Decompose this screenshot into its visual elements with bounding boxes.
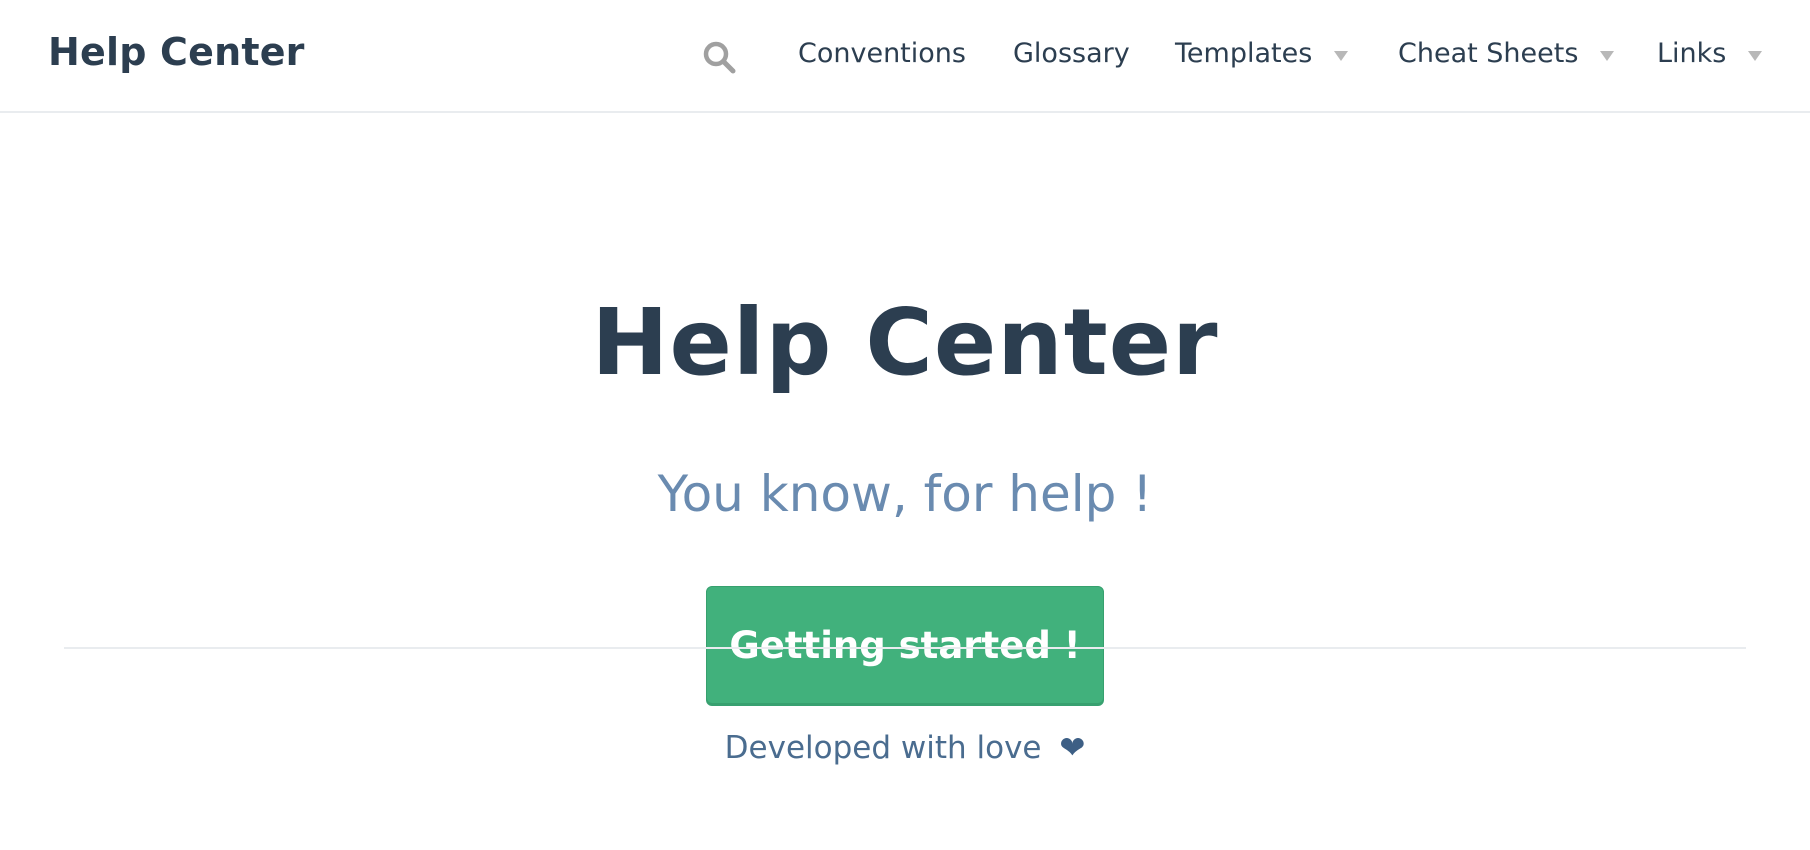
- chevron-down-icon: [1600, 50, 1615, 61]
- nav-item-glossary[interactable]: Glossary: [1013, 38, 1130, 69]
- nav-item-templates[interactable]: Templates: [1175, 38, 1349, 69]
- chevron-down-icon: [1748, 50, 1763, 61]
- page-subtitle: You know, for help !: [657, 465, 1153, 523]
- divider: [64, 647, 1746, 649]
- footer-credit: Developed with love ❤: [0, 730, 1810, 766]
- nav-item-label: Links: [1657, 38, 1727, 69]
- brand-logo-link[interactable]: Help Center: [48, 30, 305, 74]
- nav-item-label: Conventions: [798, 38, 966, 69]
- chevron-down-icon: [1334, 50, 1349, 61]
- nav-item-cheat-sheets[interactable]: Cheat Sheets: [1398, 38, 1615, 69]
- page-title: Help Center: [591, 289, 1219, 396]
- nav-item-label: Cheat Sheets: [1398, 38, 1579, 69]
- footer-text: Developed with love: [724, 730, 1042, 766]
- search-icon[interactable]: [702, 40, 738, 76]
- nav-item-label: Templates: [1175, 38, 1313, 69]
- top-navbar: Help Center Conventions Glossary Templat…: [0, 0, 1810, 113]
- nav-item-links[interactable]: Links: [1657, 38, 1763, 69]
- nav-item-conventions[interactable]: Conventions: [798, 38, 966, 69]
- nav-item-label: Glossary: [1013, 38, 1130, 69]
- heart-icon: ❤: [1059, 730, 1086, 766]
- getting-started-button[interactable]: Getting started !: [706, 586, 1104, 704]
